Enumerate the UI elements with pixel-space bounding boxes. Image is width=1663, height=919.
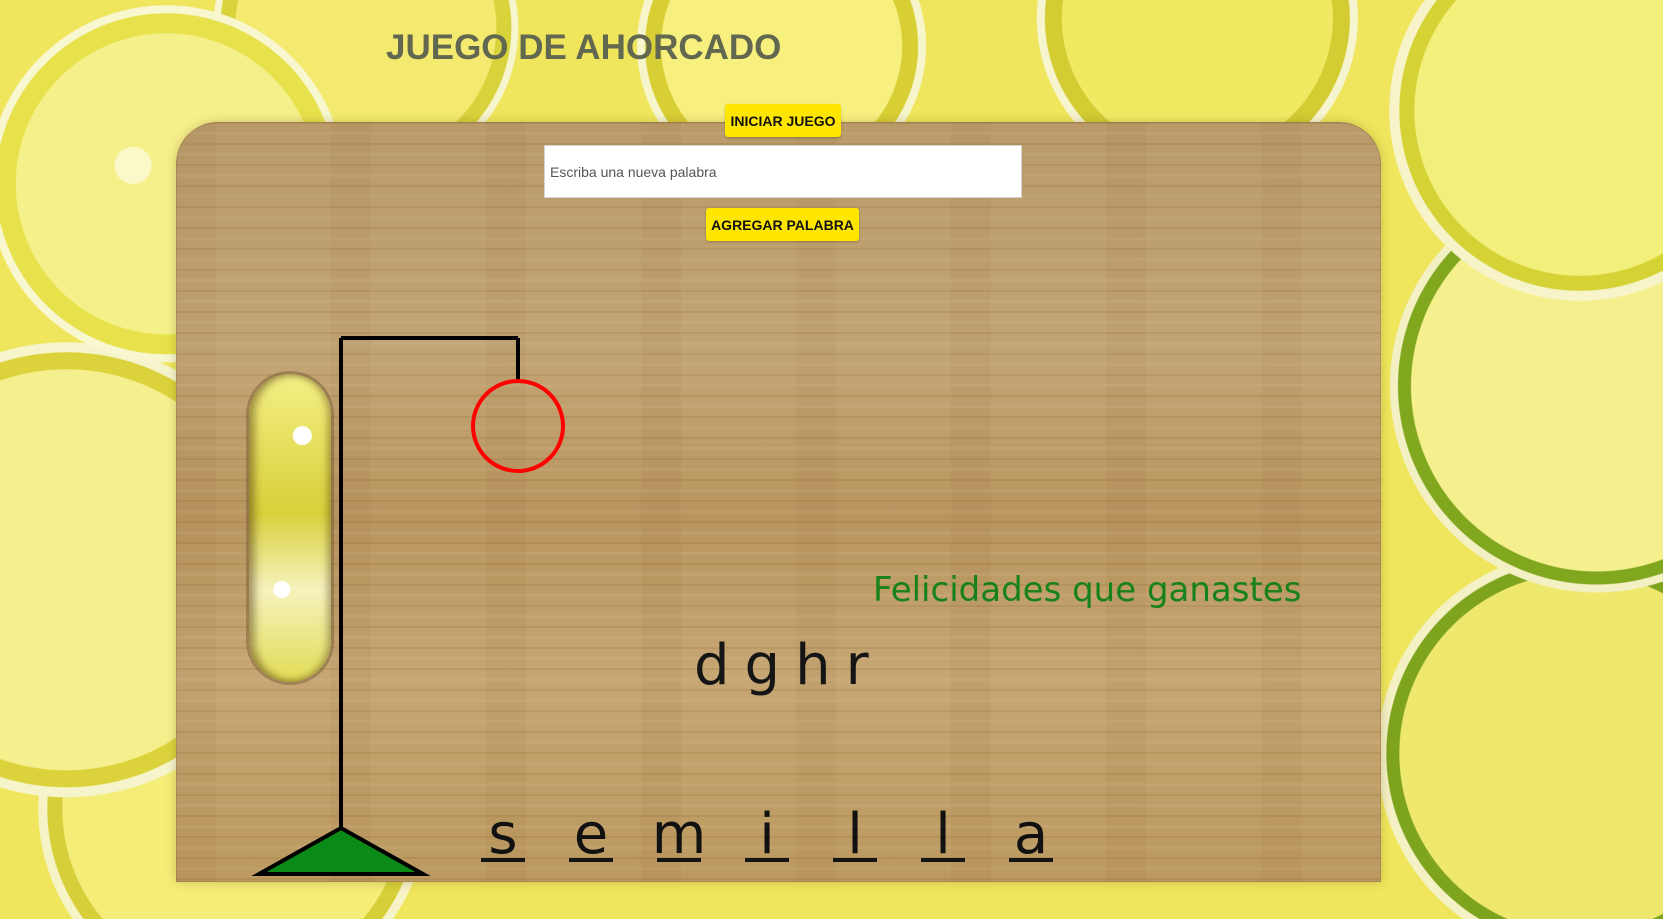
page-title: JUEGO DE AHORCADO: [386, 28, 782, 67]
word-letter-slot: m: [651, 802, 707, 868]
add-word-button[interactable]: AGREGAR PALABRA: [706, 208, 859, 241]
wrong-letter: d: [694, 633, 730, 698]
secret-word-slots: s e m i l l a: [481, 802, 1053, 868]
word-letter-slot: l: [833, 807, 877, 863]
word-letter-slot: s: [481, 807, 525, 863]
wrong-letter: g: [744, 633, 781, 698]
word-letter-slot: i: [745, 807, 789, 863]
wrong-letter: r: [845, 633, 869, 698]
start-game-button[interactable]: INICIAR JUEGO: [725, 104, 841, 137]
gallows-base: [251, 825, 431, 876]
word-letter-slot: l: [921, 807, 965, 863]
wrong-letters: d g h r: [694, 638, 869, 694]
new-word-input[interactable]: [544, 145, 1022, 198]
win-message: Felicidades que ganastes: [873, 570, 1302, 610]
wrong-letter: h: [795, 633, 831, 698]
word-letter-slot: e: [569, 807, 613, 863]
word-letter-slot: a: [1009, 807, 1053, 863]
hangman-head: [471, 379, 565, 473]
